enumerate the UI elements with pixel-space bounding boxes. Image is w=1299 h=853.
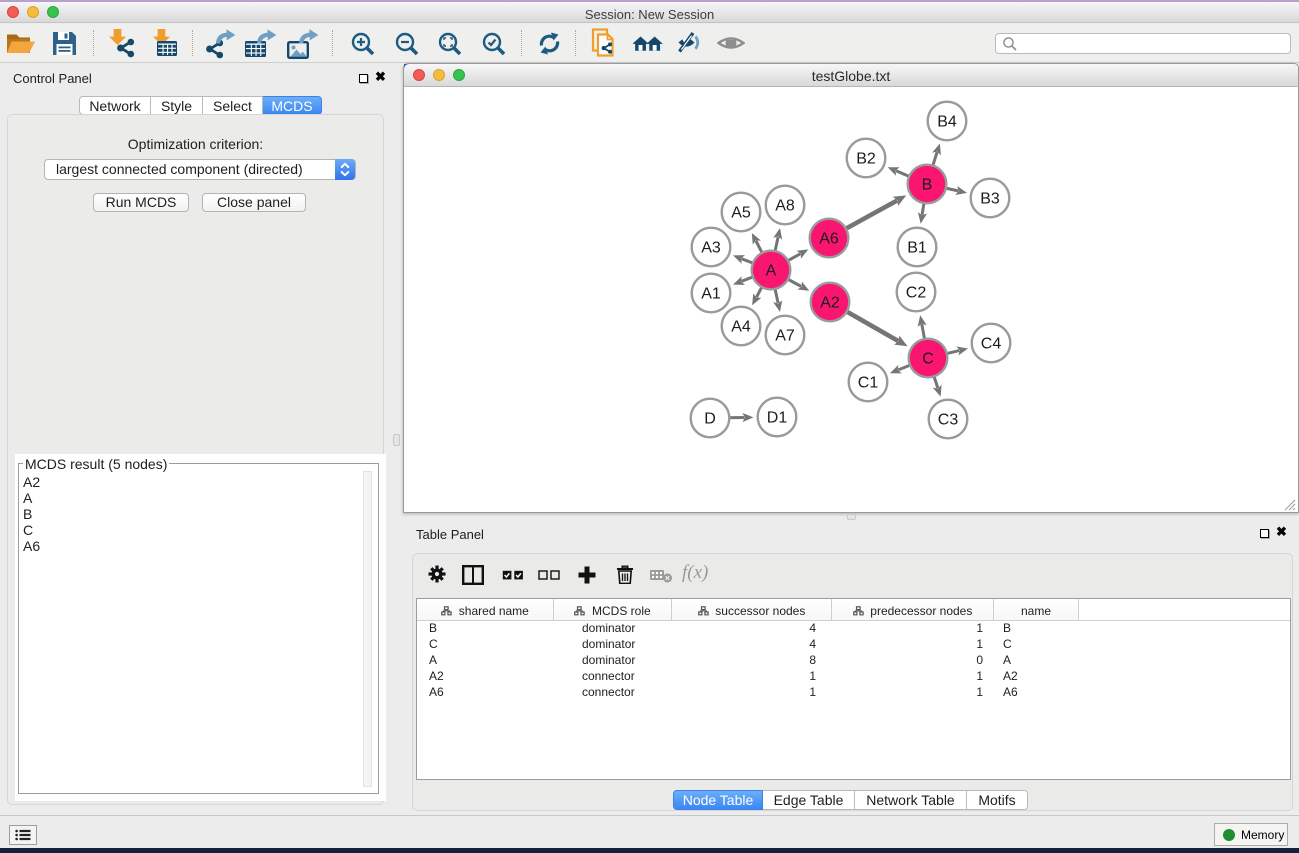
svg-text:A4: A4 (731, 319, 751, 336)
svg-text:C4: C4 (981, 336, 1002, 353)
svg-text:A6: A6 (819, 231, 839, 248)
svg-text:C: C (922, 351, 934, 368)
svg-text:C1: C1 (858, 375, 879, 392)
svg-text:C3: C3 (938, 412, 959, 429)
svg-text:B3: B3 (980, 191, 1000, 208)
svg-text:A1: A1 (701, 286, 721, 303)
svg-text:B4: B4 (937, 114, 957, 131)
svg-text:B2: B2 (856, 151, 876, 168)
svg-text:B1: B1 (907, 240, 927, 257)
svg-text:A5: A5 (731, 205, 751, 222)
svg-text:A7: A7 (775, 328, 795, 345)
svg-text:A: A (766, 263, 777, 280)
svg-text:C2: C2 (906, 285, 927, 302)
svg-text:D: D (704, 411, 716, 428)
svg-text:A8: A8 (775, 198, 795, 215)
svg-text:D1: D1 (767, 410, 788, 427)
svg-text:A3: A3 (701, 240, 721, 257)
svg-text:A2: A2 (820, 295, 840, 312)
svg-text:B: B (922, 177, 933, 194)
